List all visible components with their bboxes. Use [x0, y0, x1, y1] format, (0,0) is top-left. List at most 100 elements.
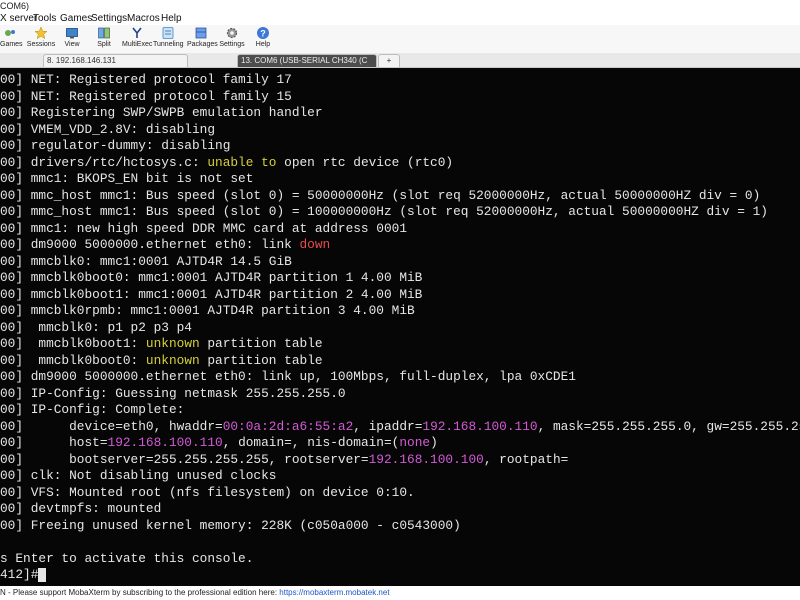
window-title-bar: COM6)	[0, 0, 800, 12]
tab-com6-serial[interactable]: 13. COM6 (USB-SERIAL CH340 (C	[237, 54, 377, 67]
terminal-line: 00] regulator-dummy: disabling	[0, 138, 230, 154]
terminal-text: partition table	[199, 352, 323, 368]
status-text: N - Please support MobaXterm by subscrib…	[0, 588, 280, 597]
toolbar-packages-button[interactable]: Packages	[187, 25, 218, 53]
terminal-cursor	[38, 567, 47, 582]
terminal-text: 00] mmc_host mmc1: Bus speed (slot 0) = …	[0, 187, 761, 203]
view-icon	[66, 28, 78, 39]
terminal-text: )	[430, 435, 438, 450]
terminal-text: 00] mmcblk0boot0: mmc1:0001 AJTD4R parti…	[0, 270, 423, 285]
window-title: COM6)	[0, 1, 29, 11]
terminal-text: 00] mmcblk0boot1: mmc1:0001 AJTD4R parti…	[0, 286, 423, 302]
toolbar-settings-button[interactable]: Settings	[219, 25, 245, 53]
terminal-line: 00] dm9000 5000000.ethernet eth0: link d…	[0, 237, 330, 253]
terminal-line: 412]#	[0, 567, 47, 583]
terminal-line: s Enter to activate this console.	[0, 551, 253, 567]
terminal-text: unknown	[145, 336, 200, 351]
toolbar-tunneling-button[interactable]: Tunneling	[153, 25, 184, 53]
terminal-output[interactable]: 00] NET: Registered protocol family 17 00…	[0, 68, 800, 586]
terminal-line: 00] IP-Config: Guessing netmask 255.255.…	[0, 386, 346, 402]
tab-ssh-session-label: 8. 192.168.146.131	[47, 56, 116, 65]
terminal-text: 00] device=eth0, hwaddr=	[0, 418, 223, 434]
terminal-text: 412]#	[0, 567, 39, 582]
tab-com6-serial-label: 13. COM6 (USB-SERIAL CH340 (C	[241, 56, 368, 65]
terminal-line: 00] VMEM_VDD_2.8V: disabling	[0, 122, 215, 138]
terminal-text: 192.168.100.110	[107, 435, 223, 450]
terminal-line: 00] bootserver=255.255.255.255, rootserv…	[0, 452, 568, 468]
toolbar-sessions-button[interactable]: Sessions	[26, 25, 56, 53]
terminal-text: 00] devtmpfs: mounted	[0, 501, 162, 516]
toolbar-settings-label: Settings	[219, 41, 245, 48]
terminal-text: 00] IP-Config: Complete:	[0, 402, 185, 417]
menu-item-games[interactable]: Games	[60, 12, 92, 25]
toolbar-multiexec-button[interactable]: MultiExec	[122, 25, 152, 53]
terminal-text: 00] bootserver=255.255.255.255, rootserv…	[0, 451, 369, 467]
terminal-text: 00] host=	[0, 435, 108, 450]
terminal-text: 00] Registering SWP/SWPB emulation handl…	[0, 105, 323, 120]
toolbar-help-label: Help	[255, 41, 271, 48]
toolbar-view-button[interactable]: View	[60, 25, 84, 53]
toolbar-games-button[interactable]: Games	[0, 25, 23, 53]
toolbar-multiexec-label: MultiExec	[122, 41, 153, 48]
new-tab-label: +	[386, 56, 392, 65]
terminal-text: 00:0a:2d:a6:55:a2	[222, 418, 354, 434]
terminal-text: 192.168.100.110	[422, 418, 538, 434]
terminal-text: 00] mmcblk0boot0:	[0, 352, 146, 368]
tab-ssh-session[interactable]: 8. 192.168.146.131	[43, 54, 188, 67]
terminal-text: 00] dm9000 5000000.ethernet eth0: link u…	[0, 369, 576, 384]
terminal-text: partition table	[199, 336, 323, 351]
toolbar-help-button[interactable]: ? Help	[252, 25, 274, 53]
terminal-text: down	[299, 237, 331, 252]
menu-item-tools[interactable]: Tools	[33, 12, 56, 25]
terminal-text: , rootpath=	[483, 451, 569, 467]
menu-item-settings[interactable]: Settings	[91, 12, 127, 25]
terminal-text: 00] dm9000 5000000.ethernet eth0: link	[0, 237, 300, 252]
new-tab-button[interactable]: +	[378, 54, 400, 67]
terminal-text: 00] mmc1: new high speed DDR MMC card at…	[0, 220, 408, 236]
terminal-line: 00] mmcblk0: mmc1:0001 AJTD4R 14.5 GiB	[0, 254, 292, 270]
status-link[interactable]: https://mobaxterm.mobatek.net	[279, 588, 389, 597]
menu-item-help[interactable]: Help	[161, 12, 182, 25]
split-icon	[98, 27, 110, 39]
help-icon: ?	[257, 27, 269, 39]
toolbar-split-button[interactable]: Split	[92, 25, 116, 53]
status-bar: N - Please support MobaXterm by subscrib…	[0, 586, 800, 600]
terminal-line: 00] NET: Registered protocol family 17	[0, 72, 292, 88]
terminal-text: s Enter to activate this console.	[0, 550, 254, 566]
tunneling-icon	[162, 27, 174, 39]
packages-icon	[195, 27, 207, 39]
terminal-text: 00] mmc_host mmc1: Bus speed (slot 0) = …	[0, 204, 768, 219]
terminal-text: 192.168.100.100	[368, 451, 484, 467]
terminal-line: 00] IP-Config: Complete:	[0, 402, 184, 418]
terminal-text: 00] clk: Not disabling unused clocks	[0, 468, 277, 483]
terminal-line: 00] device=eth0, hwaddr=00:0a:2d:a6:55:a…	[0, 419, 800, 435]
terminal-text: 00] regulator-dummy: disabling	[0, 138, 231, 153]
terminal-line: 00] dm9000 5000000.ethernet eth0: link u…	[0, 369, 576, 385]
terminal-text: , ipaddr=	[353, 418, 423, 434]
sessions-star-icon	[34, 26, 48, 40]
settings-gear-icon	[226, 27, 238, 39]
terminal-line: 00] mmc1: BKOPS_EN bit is not set	[0, 171, 253, 187]
terminal-line: 00] host=192.168.100.110, domain=, nis-d…	[0, 435, 438, 451]
terminal-text: 00] Freeing unused kernel memory: 228K (…	[0, 517, 461, 533]
toolbar-tunneling-label: Tunneling	[153, 41, 184, 48]
terminal-text: 00] VFS: Mounted root (nfs filesystem) o…	[0, 484, 415, 500]
terminal-text: 00] mmcblk0: p1 p2 p3 p4	[0, 319, 192, 335]
menu-bar: X server Tools Games Settings Macros Hel…	[0, 12, 800, 25]
menu-item-x-server[interactable]: X server	[0, 12, 37, 25]
terminal-line: 00] NET: Registered protocol family 15	[0, 89, 292, 105]
terminal-text: 00] mmcblk0rpmb: mmc1:0001 AJTD4R partit…	[0, 303, 415, 318]
terminal-line: 00] mmc_host mmc1: Bus speed (slot 0) = …	[0, 204, 768, 220]
terminal-line: 00] mmcblk0boot1: unknown partition tabl…	[0, 336, 323, 352]
terminal-line: 00] mmcblk0boot0: unknown partition tabl…	[0, 353, 323, 369]
terminal-text: open rtc device (rtc0)	[276, 154, 454, 170]
terminal-text: 00] mmcblk0boot1:	[0, 336, 146, 351]
toolbar: Games Sessions View Split MultiExec Tunn…	[0, 25, 800, 54]
terminal-line: 00] mmcblk0boot0: mmc1:0001 AJTD4R parti…	[0, 270, 422, 286]
terminal-text: 00] IP-Config: Guessing netmask 255.255.…	[0, 385, 346, 401]
terminal-text: 00] drivers/rtc/hctosys.c:	[0, 154, 208, 170]
toolbar-split-label: Split	[97, 41, 111, 48]
menu-item-macros[interactable]: Macros	[127, 12, 160, 25]
terminal-line: 00] mmcblk0rpmb: mmc1:0001 AJTD4R partit…	[0, 303, 415, 319]
terminal-line: 00] devtmpfs: mounted	[0, 501, 161, 517]
